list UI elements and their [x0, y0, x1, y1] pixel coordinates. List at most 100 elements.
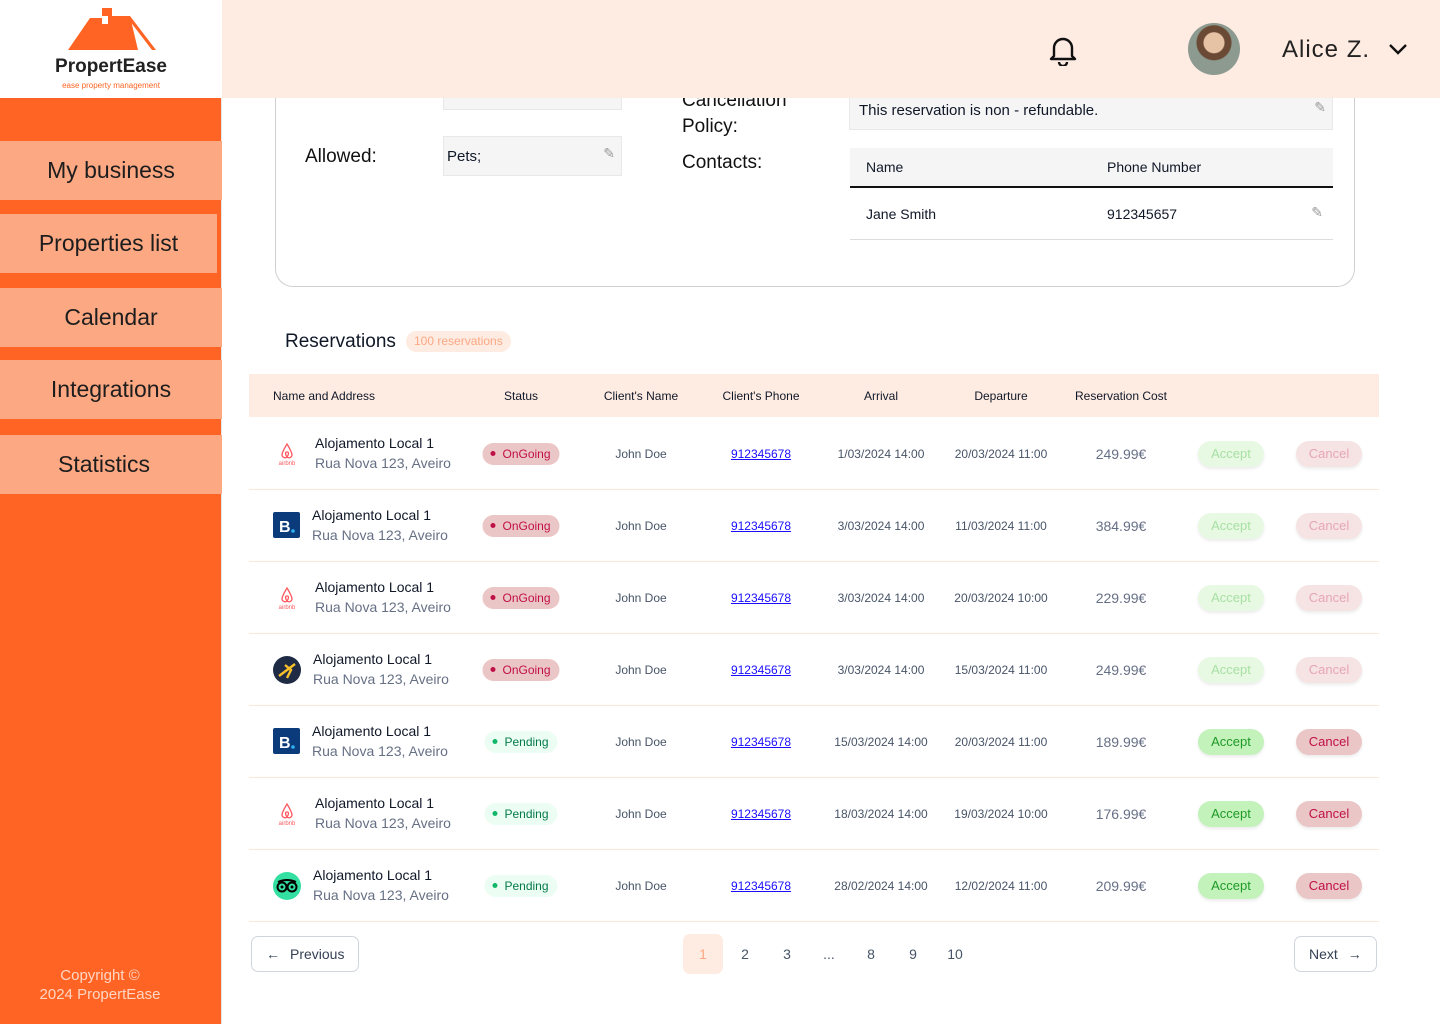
- page-1[interactable]: 1: [683, 934, 723, 974]
- accept-button[interactable]: Accept: [1198, 800, 1264, 827]
- reservation-cost: 384.99€: [1095, 517, 1147, 534]
- client-name: John Doe: [615, 734, 667, 749]
- client-name: John Doe: [615, 806, 667, 821]
- previous-label: Previous: [290, 946, 345, 962]
- avatar[interactable]: [1188, 23, 1240, 75]
- top-header: Alice Z.: [222, 0, 1440, 98]
- status-dot-icon: [492, 739, 498, 744]
- client-phone-link[interactable]: 912345678: [731, 850, 791, 921]
- status-text: OnGoing: [502, 662, 551, 677]
- accept-button[interactable]: Accept: [1198, 584, 1264, 611]
- table-row[interactable]: B Alojamento Local 1 Rua Nova 123, Aveir…: [249, 490, 1379, 562]
- user-name[interactable]: Alice Z.: [1282, 36, 1370, 64]
- col-arrival: Arrival: [863, 388, 899, 403]
- status-cell: Pending: [484, 850, 558, 921]
- departure: 19/03/2024 10:00: [954, 806, 1048, 821]
- status-text: OnGoing: [502, 590, 551, 605]
- page-3[interactable]: 3: [767, 934, 807, 974]
- departure: 15/03/2024 11:00: [954, 662, 1048, 677]
- next-button[interactable]: Next →: [1294, 936, 1377, 972]
- status-text: Pending: [504, 734, 549, 749]
- status-badge: OnGoing: [482, 442, 560, 465]
- cancel-button[interactable]: Cancel: [1296, 584, 1362, 611]
- property-address: Rua Nova 123, Aveiro: [315, 599, 451, 615]
- arrival: 15/03/2024 14:00: [834, 734, 928, 749]
- reservations-count-badge: 100 reservations: [406, 331, 511, 352]
- cancel-button[interactable]: Cancel: [1296, 872, 1362, 899]
- page-10[interactable]: 10: [935, 934, 975, 974]
- client-name: John Doe: [615, 518, 667, 533]
- client-phone-link[interactable]: 912345678: [731, 634, 791, 705]
- departure: 20/03/2024 10:00: [954, 590, 1048, 605]
- departure: 20/03/2024 11:00: [954, 446, 1048, 461]
- contact-row: Jane Smith 912345657 ✎: [850, 188, 1333, 240]
- pencil-icon[interactable]: ✎: [1314, 99, 1326, 116]
- accept-button[interactable]: Accept: [1198, 872, 1264, 899]
- svg-text:airbnb: airbnb: [279, 461, 296, 467]
- contacts-label: Contacts:: [682, 152, 763, 173]
- cancel-button[interactable]: Cancel: [1296, 440, 1362, 467]
- client-phone-link[interactable]: 912345678: [731, 562, 791, 633]
- client-phone-link[interactable]: 912345678: [731, 490, 791, 561]
- cancel-button[interactable]: Cancel: [1296, 728, 1362, 755]
- departure: 11/03/2024 11:00: [955, 518, 1047, 533]
- status-badge: OnGoing: [482, 514, 560, 537]
- house-logo-icon: [68, 8, 156, 50]
- client-phone-link[interactable]: 912345678: [731, 418, 791, 489]
- property-name: Alojamento Local 1: [313, 651, 433, 667]
- col-name: Name: [866, 159, 904, 175]
- booking-logo-icon: B: [273, 512, 301, 540]
- cancel-button[interactable]: Cancel: [1296, 800, 1362, 827]
- pencil-icon[interactable]: ✎: [1311, 204, 1323, 221]
- col-client-phone: Client's Phone: [722, 388, 800, 403]
- sidebar-item-my-business[interactable]: My business: [0, 141, 222, 200]
- table-row[interactable]: airbnb Alojamento Local 1 Rua Nova 123, …: [249, 418, 1379, 490]
- reservations-title: Reservations: [285, 331, 396, 352]
- status-dot-icon: [490, 667, 496, 672]
- copyright-line1: Copyright ©: [60, 967, 140, 984]
- table-row[interactable]: airbnb Alojamento Local 1 Rua Nova 123, …: [249, 778, 1379, 850]
- page-2[interactable]: 2: [725, 934, 765, 974]
- status-text: Pending: [504, 806, 549, 821]
- client-phone-link[interactable]: 912345678: [731, 778, 791, 849]
- table-row[interactable]: airbnb Alojamento Local 1 Rua Nova 123, …: [249, 562, 1379, 634]
- bell-icon[interactable]: [1048, 34, 1078, 66]
- accept-button[interactable]: Accept: [1198, 440, 1264, 467]
- table-row[interactable]: Alojamento Local 1 Rua Nova 123, Aveiro …: [249, 850, 1379, 922]
- property-address: Rua Nova 123, Aveiro: [315, 815, 451, 831]
- next-label: Next: [1309, 946, 1338, 962]
- sidebar-item-properties-list[interactable]: Properties list: [0, 214, 217, 273]
- accept-button[interactable]: Accept: [1198, 656, 1264, 683]
- chevron-down-icon[interactable]: [1388, 42, 1408, 56]
- property-address: Rua Nova 123, Aveiro: [313, 887, 449, 903]
- sidebar-item-integrations[interactable]: Integrations: [0, 360, 222, 419]
- table-row[interactable]: B Alojamento Local 1 Rua Nova 123, Aveir…: [249, 706, 1379, 778]
- arrival: 3/03/2024 14:00: [837, 590, 925, 605]
- page-9[interactable]: 9: [893, 934, 933, 974]
- contacts-table: Name Phone Number Jane Smith 912345657 ✎: [850, 148, 1333, 240]
- col-status: Status: [503, 388, 539, 403]
- allowed-field[interactable]: Pets; ✎: [443, 136, 622, 176]
- accept-button[interactable]: Accept: [1198, 728, 1264, 755]
- property-name: Alojamento Local 1: [315, 435, 435, 451]
- table-row[interactable]: Alojamento Local 1 Rua Nova 123, Aveiro …: [249, 634, 1379, 706]
- property-address: Rua Nova 123, Aveiro: [313, 671, 449, 687]
- status-cell: OnGoing: [482, 490, 560, 561]
- status-text: Pending: [504, 878, 549, 893]
- cancel-button[interactable]: Cancel: [1296, 512, 1362, 539]
- logo[interactable]: PropertEase ease property management: [0, 0, 222, 98]
- reservation-cost: 249.99€: [1095, 445, 1147, 462]
- pencil-icon[interactable]: ✎: [603, 145, 615, 162]
- previous-button[interactable]: ← Previous: [251, 936, 360, 972]
- sidebar-item-statistics[interactable]: Statistics: [0, 435, 222, 494]
- tripadvisor-logo-icon: [273, 872, 301, 900]
- client-phone-link[interactable]: 912345678: [731, 706, 791, 777]
- contact-name: Jane Smith: [866, 205, 937, 222]
- sidebar-item-calendar[interactable]: Calendar: [0, 288, 222, 347]
- property-address: Rua Nova 123, Aveiro: [312, 743, 448, 759]
- cancel-button[interactable]: Cancel: [1296, 656, 1362, 683]
- page-8[interactable]: 8: [851, 934, 891, 974]
- departure: 20/03/2024 11:00: [954, 734, 1048, 749]
- accept-button[interactable]: Accept: [1198, 512, 1264, 539]
- allowed-value: Pets;: [447, 147, 482, 165]
